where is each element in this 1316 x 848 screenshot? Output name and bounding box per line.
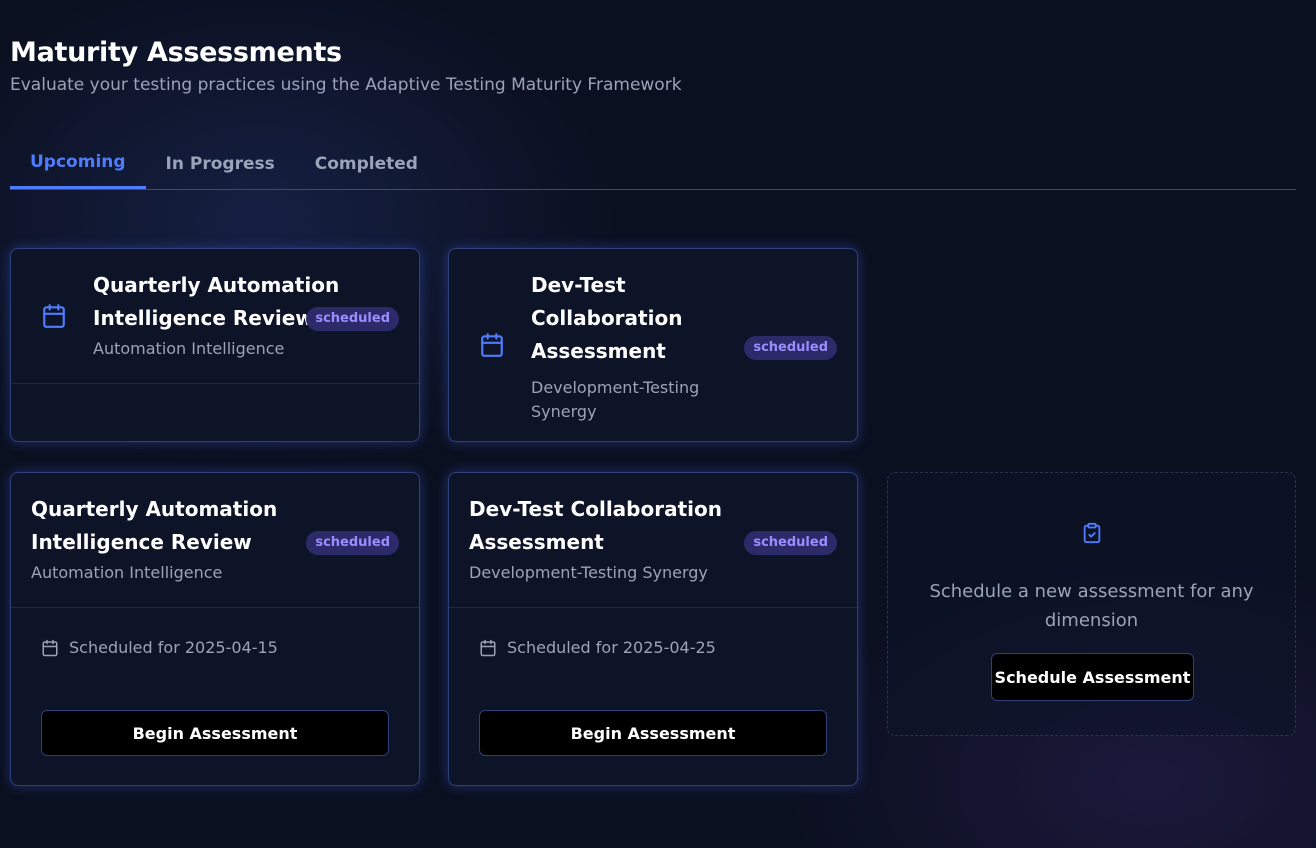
calendar-icon — [41, 303, 67, 333]
begin-assessment-button[interactable]: Begin Assessment — [41, 710, 389, 756]
new-assessment-card: Schedule a new assessment for any dimens… — [887, 472, 1296, 736]
card-title-line: Quarterly Automation — [93, 273, 340, 297]
assessment-tabs: Upcoming In Progress Completed — [10, 140, 1296, 190]
card-dimension: Automation Intelligence — [31, 563, 223, 582]
scheduled-date-text: Scheduled for 2025-04-25 — [507, 638, 716, 657]
tab-upcoming[interactable]: Upcoming — [10, 140, 146, 189]
page-subtitle: Evaluate your testing practices using th… — [10, 75, 682, 95]
card-title-line: Collaboration — [531, 306, 683, 330]
card-dimension-line: Synergy — [531, 402, 597, 421]
card-divider — [11, 383, 419, 384]
new-assessment-text: Schedule a new assessment for any dimens… — [929, 581, 1254, 631]
card-title-line: Assessment — [469, 530, 604, 554]
schedule-assessment-button[interactable]: Schedule Assessment — [991, 653, 1194, 701]
page-title: Maturity Assessments — [10, 37, 342, 68]
card-title-line: Dev-Test — [531, 273, 626, 297]
page-header: Maturity Assessments Evaluate your testi… — [10, 36, 682, 96]
calendar-icon — [42, 639, 58, 656]
assessment-card[interactable]: Quarterly Automation Intelligence Review… — [10, 248, 420, 442]
card-dimension-line: Development-Testing — [531, 378, 700, 397]
status-badge: scheduled — [306, 307, 399, 331]
card-dimension: Development-Testing Synergy — [469, 563, 708, 582]
assessment-card[interactable]: Dev-Test Collaboration Assessment Develo… — [448, 472, 858, 786]
scheduled-date-text: Scheduled for 2025-04-15 — [69, 638, 278, 657]
card-title-line: Dev-Test Collaboration — [469, 497, 722, 521]
status-badge: scheduled — [744, 336, 837, 360]
card-title-line: Assessment — [531, 339, 666, 363]
begin-assessment-button[interactable]: Begin Assessment — [479, 710, 827, 756]
status-badge: scheduled — [306, 531, 399, 555]
card-title-line: Intelligence Review — [93, 306, 314, 330]
card-dimension: Automation Intelligence — [93, 339, 285, 358]
card-divider — [449, 607, 857, 608]
status-badge: scheduled — [744, 531, 837, 555]
tab-completed[interactable]: Completed — [295, 140, 438, 189]
card-title-line: Intelligence Review — [31, 530, 252, 554]
assessment-card[interactable]: Quarterly Automation Intelligence Review… — [10, 472, 420, 786]
clipboard-check-icon — [1081, 522, 1103, 548]
scheduled-date: Scheduled for 2025-04-25 — [479, 638, 716, 657]
assessment-card[interactable]: Dev-Test Collaboration Assessment Develo… — [448, 248, 858, 442]
card-title-line: Quarterly Automation — [31, 497, 278, 521]
calendar-icon — [479, 332, 505, 362]
calendar-icon — [480, 639, 496, 656]
tab-in-progress[interactable]: In Progress — [146, 140, 295, 189]
scheduled-date: Scheduled for 2025-04-15 — [41, 638, 278, 657]
card-divider — [11, 607, 419, 608]
